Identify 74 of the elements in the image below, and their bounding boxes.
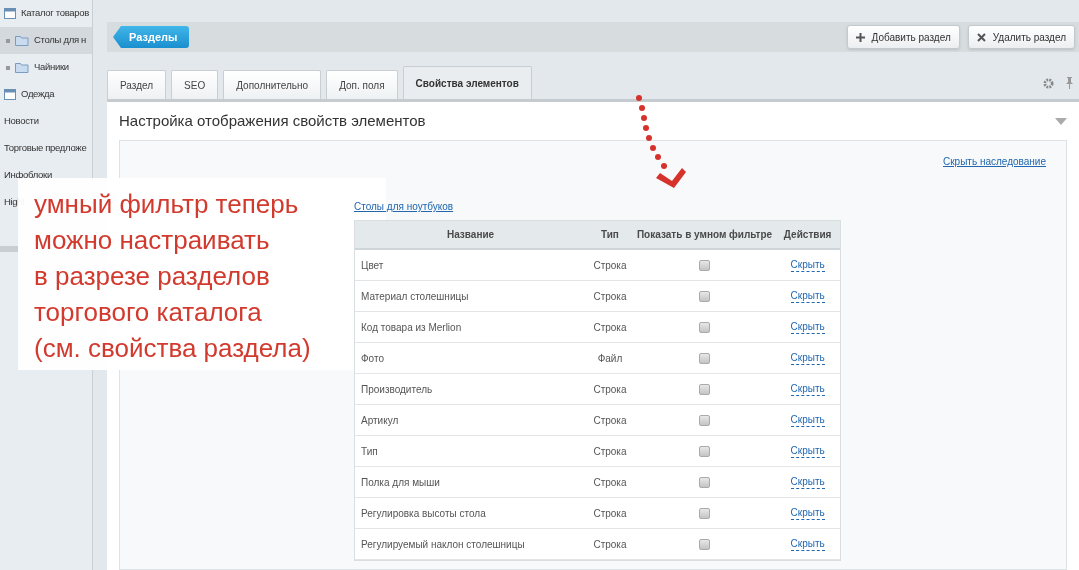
checkbox[interactable] — [699, 538, 711, 550]
hide-link[interactable]: Скрыть — [790, 475, 825, 489]
hide-link[interactable]: Скрыть — [790, 320, 825, 334]
hide-link[interactable]: Скрыть — [790, 258, 825, 272]
panel-title: Настройка отображения свойств элементов — [119, 110, 426, 131]
sidebar-item[interactable]: Новости — [4, 114, 39, 129]
table-cell-text: Строка — [592, 382, 628, 397]
checkbox[interactable] — [699, 476, 711, 488]
hide-link[interactable]: Скрыть — [790, 289, 825, 303]
plus-icon — [855, 32, 865, 42]
column-header: Показать в умном фильтре — [635, 228, 774, 242]
sidebar-item[interactable]: Столы для н — [0, 27, 92, 54]
table-cell-text: Строка — [592, 413, 628, 428]
checkbox[interactable] — [699, 414, 711, 426]
sidebar-item[interactable]: Торговые предложе — [4, 141, 87, 156]
hide-link[interactable]: Скрыть — [790, 413, 825, 427]
table-cell-text: Регулировка высоты стола — [360, 506, 487, 521]
tab[interactable]: SEO — [171, 70, 219, 99]
checkbox[interactable] — [699, 259, 711, 271]
bullet-icon — [6, 65, 10, 70]
table-cell-text: Код товара из Merlion — [360, 320, 463, 335]
checkbox[interactable] — [699, 507, 711, 519]
table-cell-text: Строка — [592, 258, 628, 273]
table-cell-text: Цвет — [360, 258, 385, 273]
calendar-icon — [4, 89, 16, 100]
table-cell-text: Строка — [592, 320, 628, 335]
table-cell-text: Строка — [592, 537, 628, 552]
scrollbar[interactable] — [0, 246, 18, 252]
table-cell-text: Строка — [592, 506, 628, 521]
settings-icon[interactable] — [1043, 77, 1054, 89]
checkbox[interactable] — [699, 352, 711, 364]
hide-link[interactable]: Скрыть — [790, 537, 825, 551]
checkbox[interactable] — [699, 383, 711, 395]
folder-icon — [15, 62, 29, 73]
table-cell-text: Производитель — [360, 382, 434, 397]
column-header: Название — [445, 228, 496, 242]
tab[interactable]: Дополнительно — [223, 70, 322, 99]
checkbox[interactable] — [699, 445, 711, 457]
hide-link[interactable]: Скрыть — [790, 382, 825, 396]
column-header: Действия — [782, 228, 833, 242]
bullet-icon — [6, 38, 10, 43]
hide-inheritance-link[interactable]: Скрыть наследование — [943, 154, 1046, 169]
folder-icon — [15, 35, 29, 46]
sidebar-item[interactable]: Каталог товаров — [21, 6, 90, 21]
caret-icon[interactable] — [1055, 117, 1067, 125]
tab[interactable]: Доп. поля — [326, 70, 398, 99]
close-icon — [976, 32, 986, 42]
table-cell-text: Материал столешницы — [360, 289, 470, 304]
table-cell-text: Строка — [592, 444, 628, 459]
pin-icon[interactable] — [1066, 77, 1073, 89]
checkbox[interactable] — [699, 290, 711, 302]
sidebar-item[interactable]: Одежда — [21, 87, 55, 102]
tab[interactable]: Свойства элементов — [402, 66, 532, 99]
delete-button[interactable]: Удалить раздел — [967, 25, 1075, 49]
checkbox[interactable] — [699, 321, 711, 333]
calendar-icon — [4, 8, 16, 19]
annotation-text: умный фильтр теперь можно настраивать в разрезе разделов торгового каталога (см. свойства раздела) — [34, 188, 311, 365]
hide-link[interactable]: Скрыть — [790, 506, 825, 520]
hide-link[interactable]: Скрыть — [790, 351, 825, 365]
table-cell-text: Строка — [592, 289, 628, 304]
table-cell-text: Файл — [596, 351, 624, 366]
hide-link[interactable]: Скрыть — [790, 444, 825, 458]
table-cell-text: Регулируемый наклон столешницы — [360, 537, 526, 552]
tab[interactable]: Раздел — [107, 70, 167, 99]
sidebar-item[interactable]: Чайники — [34, 60, 69, 75]
add-button[interactable]: Добавить раздел — [846, 25, 960, 49]
section-link[interactable]: Столы для ноутбуков — [354, 199, 454, 214]
table-cell-text: Полка для мыши — [360, 475, 441, 490]
table-cell-text: Строка — [592, 475, 628, 490]
table-cell-text: Фото — [360, 351, 385, 366]
table-cell-text: Тип — [360, 444, 379, 459]
sidebar-item[interactable]: Инфоблоки — [4, 168, 52, 183]
table-cell-text: Артикул — [360, 413, 400, 428]
column-header: Тип — [600, 228, 620, 242]
